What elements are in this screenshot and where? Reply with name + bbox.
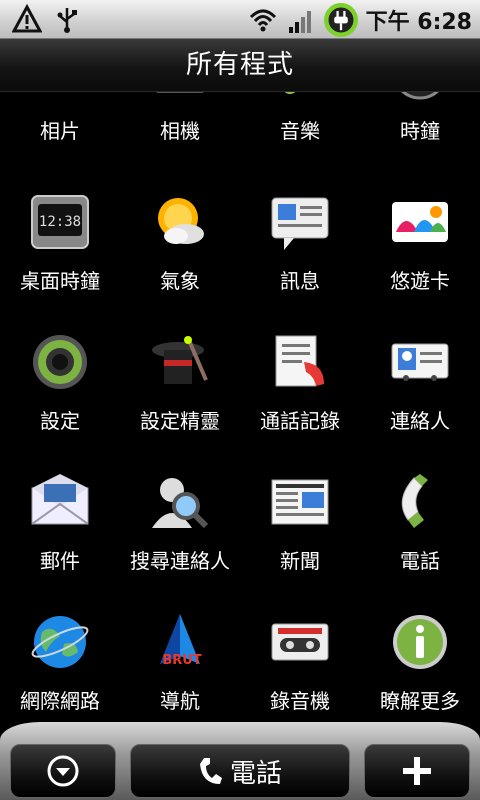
app-call-history[interactable]: 通話記錄 xyxy=(240,332,360,472)
app-label: 網際網路 xyxy=(20,689,100,713)
app-label: 悠遊卡 xyxy=(390,269,450,293)
app-camera[interactable]: 相機 xyxy=(120,92,240,182)
news-icon xyxy=(271,479,329,525)
app-label: 桌面時鐘 xyxy=(20,269,100,293)
app-setup-wizard[interactable]: 設定精靈 xyxy=(120,332,240,472)
setup-wizard-icon xyxy=(152,336,208,384)
add-button[interactable] xyxy=(364,744,470,798)
wifi-icon xyxy=(249,9,276,32)
app-label: 相機 xyxy=(160,119,200,143)
app-label: 相片 xyxy=(40,119,80,143)
app-weather[interactable]: 氣象 xyxy=(120,192,240,332)
app-messages[interactable]: 訊息 xyxy=(240,192,360,332)
phone-dock-button[interactable]: 電話 xyxy=(130,744,350,798)
app-label: 連絡人 xyxy=(390,409,450,433)
app-label: 郵件 xyxy=(40,549,80,573)
navigation-icon: BRUT xyxy=(160,614,202,668)
recorder-icon xyxy=(271,623,329,661)
music-icon xyxy=(284,92,296,94)
phone-dock-label: 電話 xyxy=(229,758,282,789)
app-photos[interactable]: 相片 xyxy=(0,92,120,182)
settings-icon xyxy=(33,335,87,389)
messages-icon xyxy=(271,197,329,250)
weather-icon xyxy=(158,198,204,244)
app-navigation[interactable]: BRUT 導航 xyxy=(120,612,240,732)
camera-icon xyxy=(155,92,205,93)
app-easycard[interactable]: 悠遊卡 xyxy=(360,192,480,332)
app-label: 瞭解更多 xyxy=(380,689,460,713)
app-clock[interactable]: 時鐘 xyxy=(360,92,480,182)
app-label: 音樂 xyxy=(280,119,320,143)
app-mail[interactable]: 郵件 xyxy=(0,472,120,612)
internet-icon xyxy=(31,616,89,668)
contacts-icon xyxy=(391,343,449,381)
info-icon xyxy=(393,615,447,669)
app-label: 通話記錄 xyxy=(260,409,340,433)
warning-icon xyxy=(12,4,42,33)
app-label: 設定精靈 xyxy=(140,409,220,433)
app-desk-clock[interactable]: 12:38 桌面時鐘 xyxy=(0,192,120,332)
app-music[interactable]: 音樂 xyxy=(240,92,360,182)
svg-text:12:38: 12:38 xyxy=(39,214,81,230)
app-phone[interactable]: 電話 xyxy=(360,472,480,612)
app-label: 訊息 xyxy=(280,269,320,293)
mail-icon xyxy=(31,474,89,525)
charging-icon xyxy=(323,3,358,37)
add-icon xyxy=(403,757,431,785)
app-label: 新聞 xyxy=(280,549,320,573)
app-info[interactable]: 瞭解更多 xyxy=(360,612,480,732)
app-label: 設定 xyxy=(40,409,80,433)
app-settings[interactable]: 設定 xyxy=(0,332,120,472)
bottom-dock: 電話 xyxy=(0,722,480,800)
collapse-button[interactable] xyxy=(10,744,116,798)
app-label: 時鐘 xyxy=(400,119,440,143)
app-label: 錄音機 xyxy=(270,689,330,713)
phone-icon xyxy=(401,474,428,528)
usb-icon xyxy=(57,8,77,33)
search-contacts-icon xyxy=(152,478,209,529)
app-internet[interactable]: 網際網路 xyxy=(0,612,120,732)
navigation-icon-text: BRUT xyxy=(162,653,201,668)
status-time: 下午 6:28 xyxy=(365,10,472,35)
app-label: 氣象 xyxy=(160,269,200,293)
signal-icon xyxy=(288,11,311,33)
easycard-icon xyxy=(392,202,448,242)
clock-icon xyxy=(401,92,439,100)
photos-icon xyxy=(30,92,90,102)
desk-clock-icon: 12:38 xyxy=(31,195,89,249)
app-label: 導航 xyxy=(160,689,200,713)
collapse-icon xyxy=(47,755,79,787)
status-left xyxy=(12,4,82,34)
phone-icon xyxy=(199,758,222,784)
app-contacts[interactable]: 連絡人 xyxy=(360,332,480,472)
app-label: 搜尋連絡人 xyxy=(130,549,230,573)
status-bar: 下午 6:28 xyxy=(0,0,480,39)
page-title: 所有程式 xyxy=(0,39,480,92)
status-right: 下午 6:28 xyxy=(248,3,472,37)
app-grid: 相片 相機 音樂 時鐘 12:38 桌面時鐘 氣象 訊息 悠遊卡 設定 設定精靈… xyxy=(0,92,480,732)
app-label: 電話 xyxy=(400,549,440,573)
app-recorder[interactable]: 錄音機 xyxy=(240,612,360,732)
app-search-contacts[interactable]: 搜尋連絡人 xyxy=(120,472,240,612)
call-history-icon xyxy=(275,335,324,387)
app-news[interactable]: 新聞 xyxy=(240,472,360,612)
